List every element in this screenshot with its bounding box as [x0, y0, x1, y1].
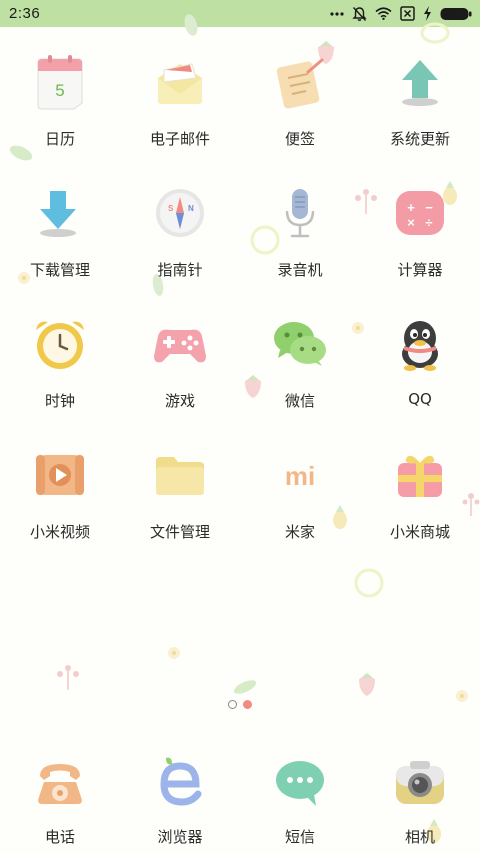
app-label: 米家: [284, 523, 315, 541]
dock-phone[interactable]: 电话: [0, 740, 120, 847]
wallpaper-lemon-decoration: [354, 568, 384, 598]
folder-icon: [148, 443, 212, 507]
notification-muted-icon: [352, 6, 367, 22]
app-label: 微信: [284, 392, 315, 410]
telephone-icon: [28, 750, 92, 814]
dock: 电话 浏览器 短信 相机: [0, 740, 480, 847]
status-bar: 2:36: [0, 0, 480, 27]
app-label: 相机: [404, 828, 435, 846]
wallpaper-small-flower-decoration: [168, 647, 180, 659]
app-download-manager[interactable]: 下载管理: [0, 171, 120, 302]
no-sim-icon: [400, 6, 415, 21]
wallpaper-strawberry-decoration: [359, 673, 375, 696]
svg-text:N: N: [188, 204, 194, 213]
svg-text:×: ×: [407, 215, 415, 230]
app-label: 电子邮件: [149, 130, 210, 148]
charging-icon: [423, 6, 432, 21]
app-mi-store[interactable]: 小米商城: [360, 433, 480, 564]
app-email[interactable]: 电子邮件: [120, 40, 240, 171]
app-qq[interactable]: QQ: [360, 302, 480, 433]
clock-icon: [28, 312, 92, 376]
video-play-icon: [28, 443, 92, 507]
app-label: 日历: [44, 130, 75, 148]
app-label: 录音机: [277, 261, 323, 279]
svg-text:S: S: [168, 204, 174, 213]
dock-messages[interactable]: 短信: [240, 740, 360, 847]
dock-camera[interactable]: 相机: [360, 740, 480, 847]
dock-browser[interactable]: 浏览器: [120, 740, 240, 847]
app-notes[interactable]: 便签: [240, 40, 360, 171]
app-system-update[interactable]: 系统更新: [360, 40, 480, 171]
message-bubble-icon: [268, 750, 332, 814]
app-compass[interactable]: S N 指南针: [120, 171, 240, 302]
app-recorder[interactable]: 录音机: [240, 171, 360, 302]
download-icon: [28, 181, 92, 245]
app-label: 指南针: [157, 261, 203, 279]
mijia-logo-text: mi: [285, 461, 315, 491]
more-dots-icon: [330, 11, 344, 16]
camera-icon: [388, 750, 452, 814]
page-dot-2-active[interactable]: [243, 700, 252, 709]
page-indicator: [0, 700, 480, 709]
app-label: 计算器: [397, 261, 443, 279]
app-label: 小米视频: [29, 523, 90, 541]
mijia-icon: mi: [268, 443, 332, 507]
svg-text:÷: ÷: [425, 215, 432, 230]
app-label: 下载管理: [29, 261, 90, 279]
app-mijia[interactable]: mi 米家: [240, 433, 360, 564]
status-icons: [330, 6, 472, 22]
calendar-day-number: 5: [55, 81, 64, 100]
app-label: 电话: [44, 828, 75, 846]
app-calculator[interactable]: + − × ÷ 计算器: [360, 171, 480, 302]
status-time: 2:36: [9, 5, 41, 22]
page-dot-1[interactable]: [228, 700, 237, 709]
gamepad-icon: [148, 312, 212, 376]
wechat-icon: [268, 312, 332, 376]
svg-text:−: −: [425, 200, 433, 215]
calculator-icon: + − × ÷: [388, 181, 452, 245]
notes-icon: [268, 50, 332, 114]
app-wechat[interactable]: 微信: [240, 302, 360, 433]
battery-icon: [440, 7, 472, 21]
system-update-icon: [388, 50, 452, 114]
app-calendar[interactable]: 5 日历: [0, 40, 120, 171]
app-grid: 5 日历 电子邮件 便签 系统更新 下载管理 S N 指南针 录音机 + − ×…: [0, 40, 480, 564]
svg-text:+: +: [407, 200, 415, 215]
wallpaper-leaf-decoration: [233, 680, 257, 694]
compass-icon: S N: [148, 181, 212, 245]
wifi-icon: [375, 7, 392, 20]
microphone-icon: [268, 181, 332, 245]
calendar-icon: 5: [28, 50, 92, 114]
wallpaper-flower-decoration: [57, 665, 79, 690]
gift-box-icon: [388, 443, 452, 507]
browser-icon: [148, 750, 212, 814]
app-mi-video[interactable]: 小米视频: [0, 433, 120, 564]
app-clock[interactable]: 时钟: [0, 302, 120, 433]
app-file-manager[interactable]: 文件管理: [120, 433, 240, 564]
email-icon: [148, 50, 212, 114]
app-label: 时钟: [44, 392, 75, 410]
app-label: 系统更新: [389, 130, 450, 148]
app-label: QQ: [408, 390, 432, 408]
qq-penguin-icon: [388, 312, 452, 376]
app-label: 游戏: [164, 392, 195, 410]
app-games[interactable]: 游戏: [120, 302, 240, 433]
app-label: 小米商城: [389, 523, 450, 541]
app-label: 便签: [284, 130, 315, 148]
app-label: 浏览器: [157, 828, 203, 846]
app-label: 文件管理: [149, 523, 210, 541]
app-label: 短信: [284, 828, 315, 846]
